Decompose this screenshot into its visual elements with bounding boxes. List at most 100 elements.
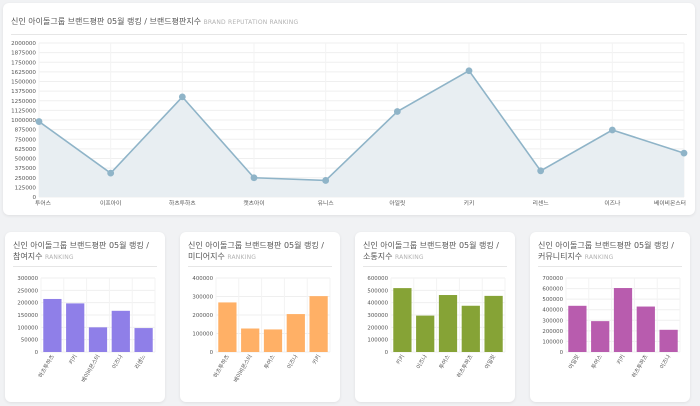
participation-bar-chart: 0 50000 100000 150000 200000 250000 300000 하츠투하…	[17, 276, 156, 384]
y-tick-label: 200000	[17, 301, 38, 307]
brand-reputation-line-chart: 0125000250000375000500000625000750000875…	[11, 41, 688, 207]
bar	[134, 328, 153, 352]
y-tick-label: 300000	[192, 295, 213, 301]
x-tick-label: 유니스	[318, 199, 335, 207]
y-tick-label: 100000	[542, 339, 563, 345]
x-tick-label: 하츠투하츠	[211, 353, 231, 379]
y-tick-label: 0	[35, 350, 39, 356]
data-point	[107, 169, 115, 177]
bar	[659, 329, 678, 352]
communication-index-card: 신인 아이돌그룹 브랜드평판 05월 랭킹 / 소통지수 RANKING 0 10…	[355, 232, 515, 402]
y-tick-label: 500000	[367, 288, 388, 294]
x-tick-label: 하츠투하츠	[630, 353, 650, 379]
community-index-card: 신인 아이돌그룹 브랜드평판 05월 랭킹 / 커뮤니티지수 RANKING 0…	[530, 232, 690, 402]
x-tick-label: 투어스	[35, 199, 52, 207]
area-fill	[39, 70, 684, 197]
data-point	[178, 93, 186, 101]
y-tick-label: 875000	[15, 128, 37, 134]
bar	[111, 310, 130, 352]
x-tick-label: 아일릿	[389, 199, 405, 207]
y-tick-label: 50000	[21, 338, 39, 344]
y-tick-label: 1500000	[11, 80, 36, 86]
x-tick-label: 캣츠아이	[243, 199, 264, 207]
y-tick-label: 600000	[542, 287, 563, 293]
y-tick-label: 100000	[17, 325, 38, 331]
x-tick-label: 리센느	[533, 199, 550, 207]
y-tick-label: 1375000	[11, 89, 36, 95]
y-tick-label: 1750000	[11, 60, 36, 66]
y-tick-label: 625000	[15, 147, 37, 153]
y-tick-label: 400000	[367, 301, 388, 307]
x-tick-label: 아일릿	[483, 353, 498, 370]
bar	[636, 306, 655, 352]
bar	[393, 288, 412, 352]
y-tick-label: 400000	[192, 276, 213, 282]
brand-reputation-card: 신인 아이돌그룹 브랜드평판 05월 랭킹 / 브랜드평판지수 BRAND RE…	[3, 3, 695, 215]
data-point	[680, 149, 688, 157]
y-tick-label: 750000	[15, 137, 37, 143]
x-tick-label: 키키	[394, 353, 406, 366]
bar	[416, 315, 435, 352]
y-tick-label: 375000	[15, 166, 37, 172]
x-tick-label: 투어스	[437, 353, 452, 370]
bar	[263, 329, 283, 352]
y-tick-label: 1875000	[11, 51, 36, 57]
x-tick-label: 베이비몬스터	[654, 199, 686, 207]
data-point	[465, 67, 473, 75]
y-tick-label: 300000	[367, 313, 388, 319]
y-tick-label: 600000	[367, 276, 388, 282]
x-tick-label: 베이비몬스터	[79, 353, 101, 384]
data-point	[322, 177, 330, 184]
y-tick-label: 1625000	[11, 70, 36, 76]
y-tick-label: 500000	[15, 157, 37, 163]
y-tick-label: 1125000	[11, 108, 36, 114]
bar	[43, 298, 62, 352]
media-bar-chart: 0 100000 200000 300000 400000 하츠투하츠 베이비몬스터 투어스 이…	[192, 276, 331, 384]
x-tick-label: 베이비몬스터	[232, 353, 254, 384]
y-tick-label: 200000	[542, 329, 563, 335]
bar	[66, 303, 85, 352]
y-tick-label: 1000000	[11, 118, 36, 124]
x-tick-label: 이프아이	[100, 199, 121, 207]
x-tick-label: 리센느	[133, 353, 148, 370]
bar	[438, 295, 458, 352]
y-tick-label: 300000	[17, 276, 38, 282]
x-tick-label: 투어스	[589, 353, 604, 370]
x-tick-label: 투어스	[262, 353, 277, 370]
x-tick-label: 키키	[310, 353, 322, 366]
y-tick-label: 0	[210, 350, 214, 356]
bar	[484, 295, 503, 352]
bar	[241, 328, 260, 352]
y-tick-label: 300000	[542, 318, 563, 324]
communication-bar-chart: 0 100000 200000 300000 400000 500000 600000 키키 이…	[367, 276, 506, 379]
data-point	[608, 126, 616, 134]
data-point	[35, 118, 43, 125]
bar	[461, 305, 480, 352]
x-tick-label: 키키	[67, 353, 79, 366]
data-point	[393, 108, 401, 115]
y-tick-label: 100000	[192, 332, 213, 338]
x-tick-label: 키키	[464, 199, 475, 207]
media-index-card: 신인 아이돌그룹 브랜드평판 05월 랭킹 / 미디어지수 RANKING 01…	[180, 232, 340, 402]
x-tick-label: 이즈나	[604, 199, 621, 207]
bar	[591, 321, 610, 352]
bar	[88, 327, 108, 352]
bar	[613, 288, 633, 352]
x-tick-label: 하츠투하츠	[169, 199, 196, 207]
y-tick-label: 250000	[15, 176, 37, 182]
y-tick-label: 400000	[542, 308, 563, 314]
y-tick-label: 200000	[367, 325, 388, 331]
y-tick-label: 1250000	[11, 99, 36, 105]
y-tick-label: 250000	[17, 288, 38, 294]
bar	[309, 296, 328, 352]
y-tick-label: 150000	[17, 313, 38, 319]
x-tick-label: 아일릿	[566, 353, 581, 370]
x-tick-label: 이즈나	[285, 353, 300, 370]
x-tick-label: 이즈나	[110, 353, 125, 370]
y-tick-label: 2000000	[11, 41, 36, 47]
y-tick-label: 0	[560, 350, 564, 356]
community-bar-chart: 0 100000 200000 300000 400000 500000 600000 700…	[542, 276, 681, 379]
x-tick-label: 하츠투하츠	[455, 353, 475, 379]
x-tick-label: 이즈나	[658, 353, 673, 370]
x-tick-label: 이즈나	[414, 353, 429, 370]
